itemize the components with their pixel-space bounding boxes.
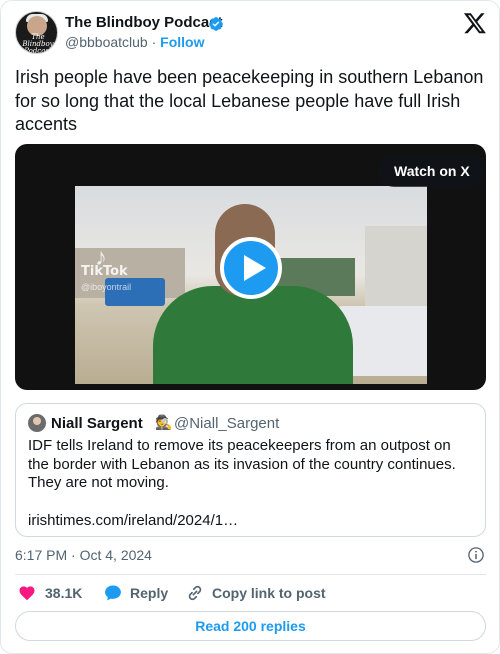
embedded-post: The Blindboy Podcast The Blindboy Podcas…: [0, 0, 500, 654]
divider: [15, 574, 486, 575]
watch-on-x-button[interactable]: Watch on X: [378, 155, 486, 187]
tiktok-watermark-user: @iboyontrail: [81, 282, 132, 292]
post-timestamp[interactable]: 6:17 PM · Oct 4, 2024: [15, 547, 152, 563]
link-icon[interactable]: [185, 583, 205, 603]
action-bar: 38.1K Reply Copy link to post: [15, 581, 486, 605]
info-icon[interactable]: [467, 546, 485, 564]
quoted-author-name: Niall Sargent: [51, 415, 143, 432]
quoted-post-link[interactable]: irishtimes.com/ireland/2024/1…: [28, 512, 238, 529]
post-text: Irish people have been peacekeeping in s…: [15, 67, 484, 134]
copy-link-button[interactable]: Copy link to post: [212, 585, 326, 601]
follow-link[interactable]: Follow: [160, 34, 204, 50]
x-logo-icon[interactable]: [463, 11, 487, 35]
separator: ·: [151, 34, 157, 50]
avatar-signature: The Blindboy Podcast: [22, 33, 54, 54]
reply-bubble-icon[interactable]: [103, 583, 123, 603]
author-name[interactable]: The Blindboy Podcast: [65, 14, 223, 31]
reply-button[interactable]: Reply: [130, 585, 168, 601]
quoted-post-text: IDF tells Ireland to remove its peacekee…: [28, 437, 456, 491]
quoted-author-handle: @Niall_Sargent: [174, 415, 280, 432]
video-player[interactable]: ♪ TikTok @iboyontrail Watch on X: [15, 144, 486, 390]
tiktok-watermark: TikTok: [81, 264, 128, 279]
author-handle-row: @bbboatclub · Follow: [65, 34, 205, 50]
author-handle[interactable]: @bbboatclub: [65, 34, 148, 50]
verified-badge-icon: [209, 17, 223, 31]
quoted-post[interactable]: Niall Sargent 🕵 @Niall_Sargent IDF tells…: [15, 403, 486, 537]
like-count[interactable]: 38.1K: [45, 585, 82, 601]
read-replies-button[interactable]: Read 200 replies: [15, 611, 486, 641]
heart-icon[interactable]: [18, 584, 36, 602]
play-icon[interactable]: [220, 237, 282, 299]
quoted-author-avatar: [28, 414, 46, 432]
author-avatar[interactable]: The Blindboy Podcast: [15, 11, 58, 54]
detective-emoji-icon: 🕵: [155, 414, 173, 430]
